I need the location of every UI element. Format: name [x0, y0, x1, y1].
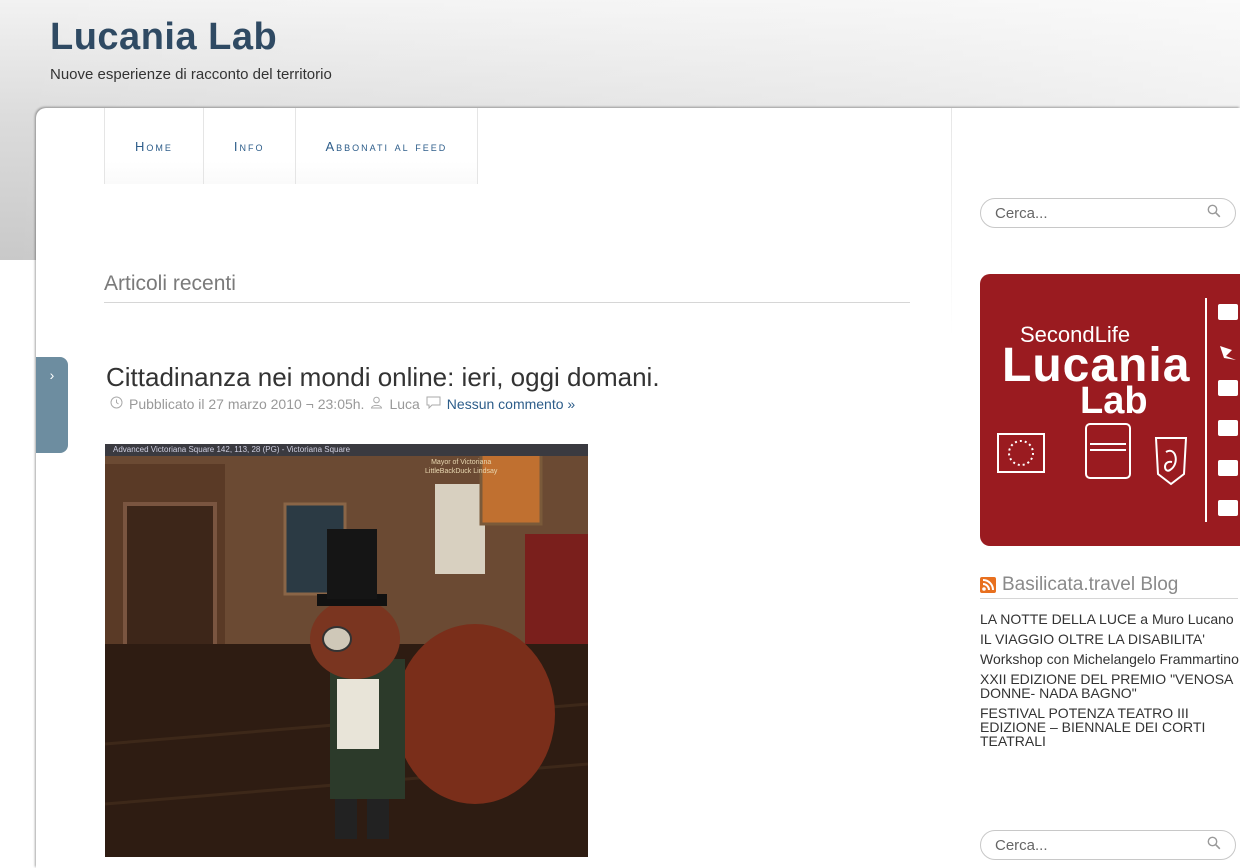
list-item[interactable]: FESTIVAL POTENZA TEATRO III EDIZIONE – B… — [980, 706, 1240, 748]
main-nav: Home Info Abbonati al feed — [104, 108, 479, 184]
search-icon[interactable] — [1207, 836, 1221, 854]
list-item[interactable]: XXII EDIZIONE DEL PREMIO "VENOSA DONNE- … — [980, 672, 1240, 700]
nav-item-label: Info — [233, 138, 265, 154]
image-status-bar: Advanced Victoriana Square 142, 113, 28 … — [105, 444, 588, 456]
nav-item-label: Home — [135, 138, 173, 154]
post-date: Pubblicato il 27 marzo 2010 ¬ 23:05h. — [129, 396, 365, 412]
site-title[interactable]: Lucania Lab — [50, 16, 277, 59]
clock-icon — [110, 396, 123, 412]
post-meta: Pubblicato il 27 marzo 2010 ¬ 23:05h. Lu… — [110, 396, 575, 412]
list-item[interactable]: IL VIAGGIO OLTRE LA DISABILITA' — [980, 632, 1240, 646]
search-icon[interactable] — [1207, 204, 1221, 222]
post-author[interactable]: Luca — [389, 396, 419, 412]
widget-title[interactable]: Basilicata.travel Blog — [980, 574, 1238, 599]
rss-icon — [980, 577, 996, 593]
promo-emblems — [997, 298, 1238, 522]
list-item[interactable]: Workshop con Michelangelo Frammartino — [980, 652, 1240, 666]
user-icon — [370, 396, 383, 412]
image-avatar-label: Mayor of Victoriana LittleBackDuck Linds… — [425, 458, 497, 476]
nav-item-info[interactable]: Info — [202, 108, 295, 184]
image-label-line: Mayor of Victoriana — [431, 459, 492, 466]
search-placeholder: Cerca... — [995, 836, 1048, 854]
section-title: Articoli recenti — [104, 272, 910, 303]
comment-icon — [426, 396, 441, 412]
sidebar-divider — [951, 108, 952, 868]
search-input[interactable]: Cerca... — [980, 830, 1236, 860]
list-item[interactable]: LA NOTTE DELLA LUCE a Muro Lucano — [980, 612, 1240, 626]
chevron-right-icon: › — [49, 367, 55, 383]
nav-item-feed[interactable]: Abbonati al feed — [294, 108, 479, 184]
nav-item-home[interactable]: Home — [104, 108, 203, 184]
post-image[interactable]: Advanced Victoriana Square 142, 113, 28 … — [105, 444, 588, 857]
image-label-line: LittleBackDuck Lindsay — [425, 468, 498, 475]
side-panel-toggle[interactable]: › — [36, 357, 68, 453]
site-tagline: Nuove esperienze di racconto del territo… — [50, 66, 332, 83]
post-comments-link[interactable]: Nessun commento » — [447, 396, 575, 412]
search-placeholder: Cerca... — [995, 204, 1048, 222]
widget-title-label: Basilicata.travel Blog — [1002, 574, 1179, 595]
post-image-scene — [105, 444, 588, 857]
post-title[interactable]: Cittadinanza nei mondi online: ieri, ogg… — [106, 362, 660, 393]
search-input[interactable]: Cerca... — [980, 198, 1236, 228]
secondlife-promo-banner[interactable]: SecondLife Lucania Lab — [980, 274, 1240, 546]
nav-item-label: Abbonati al feed — [325, 138, 448, 154]
blog-feed-list: LA NOTTE DELLA LUCE a Muro Lucano IL VIA… — [980, 612, 1240, 754]
